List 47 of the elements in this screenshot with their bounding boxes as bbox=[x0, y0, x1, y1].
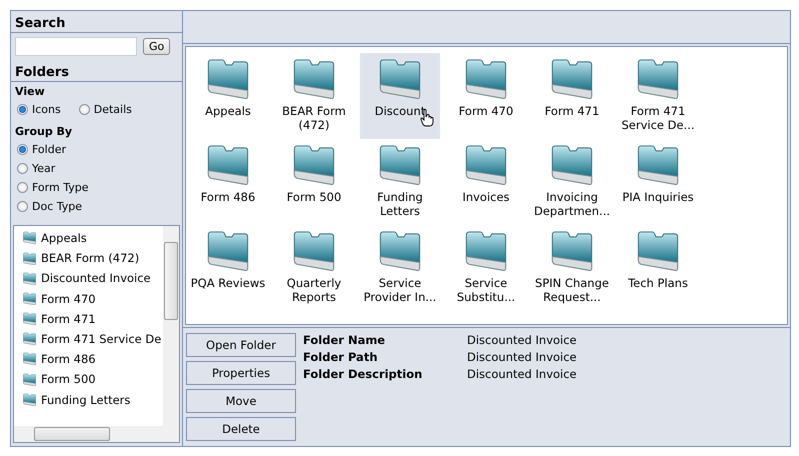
tree-item[interactable]: Form 471 bbox=[22, 308, 163, 329]
folder-tile[interactable]: Service Substitu... bbox=[446, 224, 526, 311]
detail-label: Folder Name bbox=[303, 333, 386, 347]
folder-tile[interactable]: Form 500 bbox=[274, 138, 354, 225]
group-by-label: Group By bbox=[14, 124, 74, 140]
tree-item[interactable]: Discounted Invoice bbox=[22, 268, 163, 289]
tree-item[interactable]: BEAR Form (472) bbox=[22, 248, 163, 268]
folder-tile[interactable]: Appeals bbox=[188, 52, 268, 139]
tree-item[interactable]: Form 486 bbox=[22, 349, 163, 370]
action-button[interactable]: Delete bbox=[186, 417, 296, 441]
radio-label: Year bbox=[32, 162, 56, 175]
tree-item[interactable]: Form 470 bbox=[22, 288, 163, 309]
folder-tile[interactable]: Funding Letters bbox=[360, 138, 440, 225]
folder-tile[interactable]: Tech Plans bbox=[618, 224, 698, 311]
tree-item[interactable]: Appeals bbox=[22, 228, 163, 248]
detail-value: Discounted Invoice bbox=[467, 367, 577, 381]
folder-tile[interactable]: SPIN Change Request... bbox=[532, 224, 612, 311]
tree-item[interactable]: Funding Letters bbox=[22, 390, 163, 410]
radio-label: Details bbox=[94, 103, 132, 116]
folder-tile[interactable]: Service Provider In... bbox=[360, 224, 440, 311]
folder-tile[interactable]: PIA Inquiries bbox=[618, 138, 698, 225]
detail-value: Discounted Invoice bbox=[467, 350, 577, 364]
detail-label: Folder Path bbox=[303, 350, 379, 364]
go-button[interactable]: Go bbox=[143, 38, 170, 55]
tree-item[interactable]: Form 471 Service De bbox=[22, 328, 163, 350]
detail-label: Folder Description bbox=[303, 367, 424, 381]
radio-label: Form Type bbox=[32, 181, 88, 194]
action-button[interactable]: Open Folder bbox=[186, 333, 296, 357]
search-heading: Search bbox=[11, 11, 182, 33]
radio-label: Icons bbox=[32, 103, 61, 116]
folder-tile[interactable]: Quarterly Reports bbox=[274, 224, 354, 311]
folders-heading: Folders bbox=[11, 60, 182, 82]
action-button[interactable]: Move bbox=[186, 389, 296, 413]
detail-value: Discounted Invoice bbox=[467, 333, 577, 347]
folder-tile[interactable]: Form 486 bbox=[188, 138, 268, 225]
folder-tile[interactable]: Invoicing Departmen... bbox=[532, 138, 612, 225]
folder-tile[interactable]: Invoices bbox=[446, 138, 526, 225]
tree-item[interactable]: Form 500 bbox=[22, 369, 163, 390]
folder-tile[interactable]: Form 471 bbox=[532, 52, 612, 139]
radio-label: Folder bbox=[32, 143, 66, 156]
folder-tile[interactable]: BEAR Form (472) bbox=[274, 52, 354, 139]
view-label: View bbox=[14, 84, 46, 100]
radio-label: Doc Type bbox=[32, 200, 82, 213]
folder-tile[interactable]: Form 470 bbox=[446, 52, 526, 139]
folder-tile[interactable]: Form 471 Service De... bbox=[618, 52, 698, 139]
folder-tile[interactable]: PQA Reviews bbox=[188, 224, 268, 311]
action-button[interactable]: Properties bbox=[186, 361, 296, 385]
